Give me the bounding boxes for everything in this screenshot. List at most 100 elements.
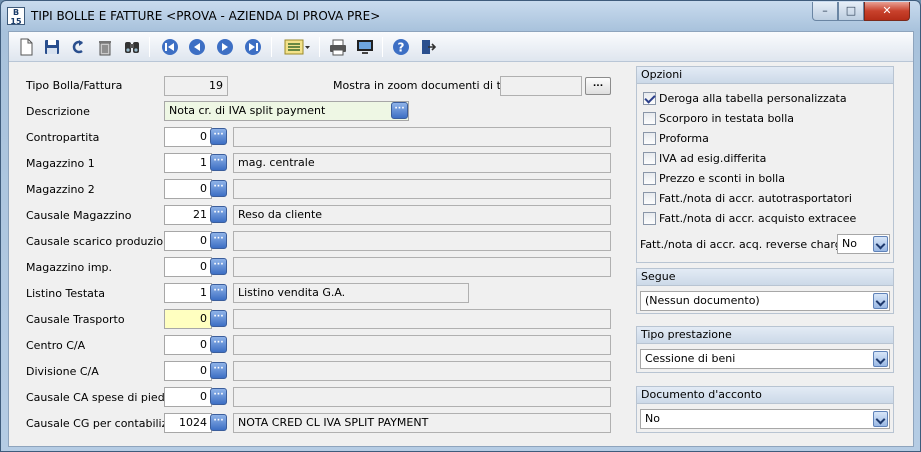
divisione-c-a-description	[233, 361, 611, 381]
causale-ca-spese-di-piede-code-field[interactable]: 0	[164, 387, 212, 407]
tipo-prestazione-title: Tipo prestazione	[637, 327, 893, 344]
contropartita-lookup-button[interactable]: ···	[210, 128, 227, 145]
chevron-down-icon[interactable]	[873, 236, 888, 252]
magazzino-1-code-field[interactable]: 1	[164, 153, 212, 173]
preview-icon[interactable]	[354, 36, 376, 58]
first-record-icon[interactable]	[159, 36, 181, 58]
search-icon[interactable]	[121, 36, 143, 58]
divisione-c-a-lookup-button[interactable]: ···	[210, 362, 227, 379]
descrizione-label: Descrizione	[26, 105, 90, 118]
causale-scarico-produzione-description	[233, 231, 611, 251]
prezzo-e-sconti-in-bolla-label[interactable]: Prezzo e sconti in bolla	[659, 172, 785, 185]
magazzino-2-lookup-button[interactable]: ···	[210, 180, 227, 197]
documento-acconto-select[interactable]: No	[640, 409, 890, 429]
iva-ad-esig-differita-checkbox[interactable]	[643, 152, 656, 165]
listino-testata-description: Listino vendita G.A.	[233, 283, 469, 303]
listino-testata-code-field[interactable]: 1	[164, 283, 212, 303]
magazzino-imp-code-field[interactable]: 0	[164, 257, 212, 277]
list-options-icon[interactable]	[281, 36, 313, 58]
fatt-nota-di-accr-autotrasportatori-label[interactable]: Fatt./nota di accr. autotrasportatori	[659, 192, 852, 205]
toolbar: ?	[9, 32, 913, 62]
causale-trasporto-description	[233, 309, 611, 329]
toolbar-separator	[319, 37, 320, 57]
causale-trasporto-code-field[interactable]: 0	[164, 309, 212, 329]
causale-magazzino-lookup-button[interactable]: ···	[210, 206, 227, 223]
contropartita-code-field[interactable]: 0	[164, 127, 212, 147]
centro-c-a-lookup-button[interactable]: ···	[210, 336, 227, 353]
divisione-c-a-label: Divisione C/A	[26, 365, 99, 378]
new-document-icon[interactable]	[15, 36, 37, 58]
proforma-checkbox[interactable]	[643, 132, 656, 145]
magazzino-1-label: Magazzino 1	[26, 157, 95, 170]
app-icon[interactable]: B 15	[7, 7, 25, 26]
magazzino-2-code-field[interactable]: 0	[164, 179, 212, 199]
causale-trasporto-lookup-button[interactable]: ···	[210, 310, 227, 327]
exit-icon[interactable]	[417, 36, 439, 58]
causale-cg-per-contabilizz-code-field[interactable]: 1024	[164, 413, 212, 433]
descrizione-lookup-button[interactable]: ···	[391, 102, 408, 119]
centro-c-a-code-field[interactable]: 0	[164, 335, 212, 355]
segue-select[interactable]: (Nessun documento)	[640, 291, 890, 311]
causale-scarico-produzione-lookup-button[interactable]: ···	[210, 232, 227, 249]
magazzino-1-lookup-button[interactable]: ···	[210, 154, 227, 171]
main-window: B 15 TIPI BOLLE E FATTURE <PROVA - AZIEND…	[0, 0, 921, 452]
causale-cg-per-contabilizz-label: Causale CG per contabilizz.	[26, 417, 177, 430]
tipo-prestazione-select[interactable]: Cessione di beni	[640, 349, 890, 369]
causale-magazzino-description: Reso da cliente	[233, 205, 611, 225]
delete-icon[interactable]	[94, 36, 116, 58]
listino-testata-lookup-button[interactable]: ···	[210, 284, 227, 301]
svg-text:?: ?	[398, 41, 405, 55]
maximize-button[interactable]: □	[838, 2, 864, 21]
toolbar-separator	[271, 37, 272, 57]
minimize-button[interactable]: –	[812, 2, 838, 21]
fatt-nota-di-accr-acquisto-extracee-checkbox[interactable]	[643, 212, 656, 225]
save-icon[interactable]	[41, 36, 63, 58]
proforma-label[interactable]: Proforma	[659, 132, 709, 145]
causale-cg-per-contabilizz-description: NOTA CRED CL IVA SPLIT PAYMENT	[233, 413, 611, 433]
close-button[interactable]: ✕	[864, 2, 910, 21]
tipo-prestazione-value: Cessione di beni	[645, 352, 736, 365]
causale-ca-spese-di-piede-lookup-button[interactable]: ···	[210, 388, 227, 405]
reverse-charge-select[interactable]: No	[837, 234, 890, 254]
undo-icon[interactable]	[67, 36, 89, 58]
chevron-down-icon[interactable]	[873, 411, 888, 427]
opzioni-title: Opzioni	[637, 67, 893, 84]
magazzino-2-description	[233, 179, 611, 199]
causale-cg-per-contabilizz-lookup-button[interactable]: ···	[210, 414, 227, 431]
descrizione-field[interactable]: Nota cr. di IVA split payment	[164, 101, 409, 121]
causale-scarico-produzione-code-field[interactable]: 0	[164, 231, 212, 251]
fatt-nota-di-accr-acquisto-extracee-label[interactable]: Fatt./nota di accr. acquisto extracee	[659, 212, 856, 225]
previous-record-icon[interactable]	[186, 36, 208, 58]
title-bar[interactable]: B 15 TIPI BOLLE E FATTURE <PROVA - AZIEND…	[1, 1, 920, 31]
form-area: ? Tipo Bolla/Fattura 19 Mostra in zoom d…	[8, 31, 914, 447]
chevron-down-icon[interactable]	[873, 293, 888, 309]
deroga-alla-tabella-personalizzata-checkbox[interactable]	[643, 92, 656, 105]
causale-magazzino-code-field[interactable]: 21	[164, 205, 212, 225]
scorporo-in-testata-bolla-label[interactable]: Scorporo in testata bolla	[659, 112, 794, 125]
last-record-icon[interactable]	[242, 36, 264, 58]
causale-scarico-produzione-label: Causale scarico produzione	[26, 235, 177, 248]
tipo-field[interactable]: 19	[164, 76, 228, 96]
print-icon[interactable]	[327, 36, 349, 58]
magazzino-imp-lookup-button[interactable]: ···	[210, 258, 227, 275]
reverse-charge-value: No	[842, 237, 857, 250]
divisione-c-a-code-field[interactable]: 0	[164, 361, 212, 381]
causale-ca-spese-di-piede-label: Causale CA spese di piede	[26, 391, 172, 404]
magazzino-1-description: mag. centrale	[233, 153, 611, 173]
segue-value: (Nessun documento)	[645, 294, 760, 307]
fatt-nota-di-accr-autotrasportatori-checkbox[interactable]	[643, 192, 656, 205]
centro-c-a-description	[233, 335, 611, 355]
mostra-field[interactable]	[500, 76, 582, 96]
iva-ad-esig-differita-label[interactable]: IVA ad esig.differita	[659, 152, 766, 165]
causale-magazzino-label: Causale Magazzino	[26, 209, 132, 222]
next-record-icon[interactable]	[214, 36, 236, 58]
help-icon[interactable]: ?	[390, 36, 412, 58]
scorporo-in-testata-bolla-checkbox[interactable]	[643, 112, 656, 125]
chevron-down-icon[interactable]	[873, 351, 888, 367]
toolbar-separator	[149, 37, 150, 57]
mostra-lookup-button[interactable]: ...	[585, 77, 611, 95]
prezzo-e-sconti-in-bolla-checkbox[interactable]	[643, 172, 656, 185]
segue-group: Segue (Nessun documento)	[636, 268, 894, 314]
mostra-label: Mostra in zoom documenti di tipo	[333, 79, 518, 92]
deroga-alla-tabella-personalizzata-label[interactable]: Deroga alla tabella personalizzata	[659, 92, 847, 105]
